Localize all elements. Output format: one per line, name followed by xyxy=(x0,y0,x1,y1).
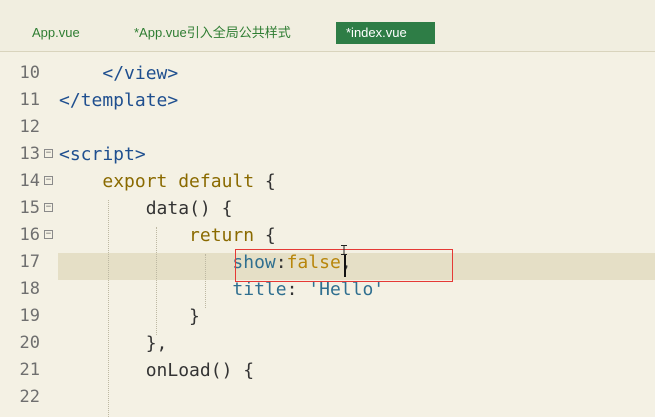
code-line: 19 } xyxy=(0,303,655,330)
code-text: data() { xyxy=(59,195,233,222)
code-line: 21 onLoad() { xyxy=(0,357,655,384)
fold-toggle-icon[interactable]: − xyxy=(44,176,53,185)
code-token: export default xyxy=(102,171,255,192)
code-token: { xyxy=(254,225,276,246)
code-token: } xyxy=(189,306,200,327)
indent-guide xyxy=(156,227,157,335)
code-text: }, xyxy=(59,330,168,357)
code-text: return { xyxy=(59,222,276,249)
ibeam-cursor-icon xyxy=(341,245,347,255)
line-number: 20 xyxy=(19,333,40,353)
code-token: 'Hello' xyxy=(308,279,385,300)
code-line: 13− <script> xyxy=(0,141,655,168)
code-text: <script> xyxy=(59,141,146,168)
code-line: 10 </view> xyxy=(0,60,655,87)
line-number: 13 xyxy=(19,144,40,164)
code-line: 14− export default { xyxy=(0,168,655,195)
line-number: 22 xyxy=(19,387,40,407)
code-token: onLoad xyxy=(145,360,211,381)
code-token: </view> xyxy=(102,63,179,84)
code-text: export default { xyxy=(59,168,276,195)
code-token: () { xyxy=(189,198,233,219)
code-token: return xyxy=(189,225,255,246)
code-token: : xyxy=(286,279,309,300)
code-editor[interactable]: 10 </view> 11 </template> 12 13− <script> 14− … xyxy=(0,52,655,417)
code-token: <script> xyxy=(59,144,146,165)
code-line: 11 </template> xyxy=(0,87,655,114)
indent-guide xyxy=(205,254,206,308)
line-number: 14 xyxy=(19,171,40,191)
code-token: { xyxy=(254,171,276,192)
code-token: () { xyxy=(210,360,255,381)
code-token: data xyxy=(145,198,190,219)
code-line: 15− data() { xyxy=(0,195,655,222)
code-text: } xyxy=(59,303,200,330)
line-number: 19 xyxy=(19,306,40,326)
code-text: </template> xyxy=(59,87,178,114)
line-number: 12 xyxy=(19,117,40,137)
line-number: 21 xyxy=(19,360,40,380)
fold-toggle-icon[interactable]: − xyxy=(44,149,53,158)
editor-tab-bar: App.vue *App.vue引入全局公共样式 *index.vue xyxy=(0,0,655,52)
code-text: onLoad() { xyxy=(59,357,254,384)
code-line: 20 }, xyxy=(0,330,655,357)
code-token: </template> xyxy=(59,90,179,111)
tab-index-vue[interactable]: *index.vue xyxy=(336,22,435,44)
line-number: 16 xyxy=(19,225,40,245)
code-line: 16− return { xyxy=(0,222,655,249)
indent-guide xyxy=(108,200,109,417)
line-number: 11 xyxy=(19,90,40,110)
line-number: 10 xyxy=(19,63,40,83)
tab-app-vue[interactable]: App.vue xyxy=(32,22,80,44)
code-line: 12 xyxy=(0,114,655,141)
fold-toggle-icon[interactable]: − xyxy=(44,230,53,239)
fold-toggle-icon[interactable]: − xyxy=(44,203,53,212)
code-editor-window: App.vue *App.vue引入全局公共样式 *index.vue 10 <… xyxy=(0,0,655,417)
code-token: }, xyxy=(145,333,168,354)
code-line: 22 xyxy=(0,384,655,411)
tab-app-vue-global-style[interactable]: *App.vue引入全局公共样式 xyxy=(134,22,291,44)
line-number: 15 xyxy=(19,198,40,218)
text-cursor xyxy=(344,255,346,277)
line-number: 17 xyxy=(19,252,40,272)
code-token: title xyxy=(232,279,287,300)
code-text: </view> xyxy=(59,60,178,87)
line-number: 18 xyxy=(19,279,40,299)
